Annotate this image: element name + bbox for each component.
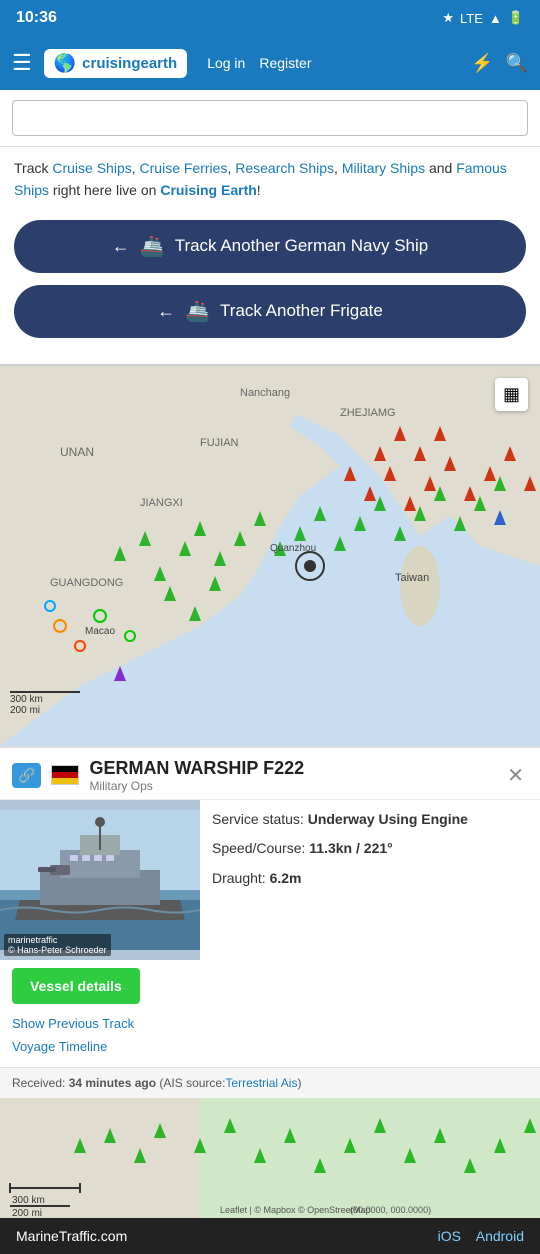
ship-illustration: [0, 810, 200, 950]
track-frigate-label: Track Another Frigate: [220, 301, 383, 321]
globe-icon: 🌎: [54, 53, 76, 74]
track-navy-button[interactable]: ← 🚢 Track Another German Navy Ship: [14, 220, 526, 273]
ship-icon: 🚢: [140, 234, 165, 259]
service-status-label: Service status:: [212, 811, 308, 827]
signal-icon: ▲: [489, 11, 502, 26]
logo-text: cruisingearth: [82, 55, 177, 72]
ship-details: marinetraffic© Hans-Peter Schroeder Serv…: [0, 800, 540, 960]
footer-site: MarineTraffic.com: [16, 1228, 127, 1244]
android-link[interactable]: Android: [476, 1228, 524, 1244]
register-link[interactable]: Register: [259, 55, 311, 71]
footer-bar: MarineTraffic.com iOS Android: [0, 1218, 540, 1254]
search-box[interactable]: [12, 100, 528, 136]
track-text-area: Track Cruise Ships, Cruise Ferries, Rese…: [0, 147, 540, 366]
arrow-icon-2: ←: [157, 301, 175, 322]
bluetooth-icon: ★: [442, 10, 454, 26]
service-status-stat: Service status: Underway Using Engine: [212, 810, 528, 830]
ais-source-link[interactable]: Terrestrial Ais: [225, 1076, 297, 1090]
scale-bar: 300 km 200 mi: [10, 691, 80, 716]
svg-text:Nanchang: Nanchang: [240, 387, 290, 399]
vessel-details-button[interactable]: Vessel details: [12, 968, 140, 1004]
arrow-icon: ←: [112, 236, 130, 257]
service-status-value: Underway Using Engine: [308, 811, 468, 827]
svg-text:Quanzhou: Quanzhou: [270, 543, 316, 554]
svg-text:Taiwan: Taiwan: [395, 572, 429, 584]
track-description: Track Cruise Ships, Cruise Ferries, Rese…: [14, 157, 526, 202]
svg-text:(00.0000, 000.0000): (00.0000, 000.0000): [350, 1205, 431, 1215]
track-frigate-button[interactable]: ← 🚢 Track Another Frigate: [14, 285, 526, 338]
svg-text:Macao: Macao: [85, 626, 115, 637]
link-icon[interactable]: 🔗: [12, 763, 41, 788]
ais-label: (AIS source:: [156, 1076, 225, 1090]
link-cruise-ferries[interactable]: Cruise Ferries: [140, 160, 228, 176]
received-label: Received:: [12, 1076, 69, 1090]
ship-type: Military Ops: [89, 779, 493, 793]
ship-name: GERMAN WARSHIP F222: [89, 758, 493, 779]
svg-text:JIANGXI: JIANGXI: [140, 497, 183, 509]
show-previous-track-link[interactable]: Show Previous Track: [12, 1012, 528, 1035]
battery-icon: 🔋: [508, 10, 524, 26]
map-svg: UNAN JIANGXI FUJIAN GUANGDONG ZHEJIAMG N…: [0, 366, 540, 746]
status-time: 10:36: [16, 9, 57, 27]
received-end: ): [297, 1076, 301, 1090]
ios-link[interactable]: iOS: [438, 1228, 461, 1244]
map-container[interactable]: UNAN JIANGXI FUJIAN GUANGDONG ZHEJIAMG N…: [0, 366, 540, 746]
svg-text:200 mi: 200 mi: [12, 1208, 42, 1218]
search-area: [0, 90, 540, 147]
ship-image: marinetraffic© Hans-Peter Schroeder: [0, 800, 200, 960]
link-research-ships[interactable]: Research Ships: [235, 160, 334, 176]
status-icons: ★ LTE ▲ 🔋: [442, 10, 524, 26]
ship-stats: Service status: Underway Using Engine Sp…: [200, 800, 540, 960]
footer-app-links: iOS Android: [438, 1228, 524, 1244]
received-time: 34 minutes ago: [69, 1076, 156, 1090]
german-flag: [51, 765, 79, 785]
svg-text:UNAN: UNAN: [60, 445, 94, 459]
ship-icon-2: 🚢: [185, 299, 210, 324]
draught-value: 6.2m: [270, 870, 302, 886]
logo[interactable]: 🌎 cruisingearth: [44, 49, 187, 78]
received-bar: Received: 34 minutes ago (AIS source:Ter…: [0, 1067, 540, 1098]
speed-value: 11.3kn / 221°: [309, 840, 392, 856]
lightning-icon[interactable]: ⚡: [471, 53, 493, 74]
svg-text:300 km: 300 km: [12, 1195, 45, 1206]
ship-close-button[interactable]: ✕: [503, 759, 528, 792]
speed-label: Speed/Course:: [212, 840, 309, 856]
voyage-timeline-link[interactable]: Voyage Timeline: [12, 1035, 528, 1058]
navbar: ☰ 🌎 cruisingearth Log in Register ⚡ 🔍: [0, 36, 540, 90]
scale-line-km: [10, 691, 80, 693]
scale-km: 300 km: [10, 694, 43, 705]
status-bar: 10:36 ★ LTE ▲ 🔋: [0, 0, 540, 36]
nav-links: Log in Register: [207, 55, 459, 71]
lte-label: LTE: [460, 11, 483, 26]
ship-image-caption: marinetraffic© Hans-Peter Schroeder: [4, 934, 111, 956]
map-section: UNAN JIANGXI FUJIAN GUANGDONG ZHEJIAMG N…: [0, 366, 540, 1218]
link-cruise-ships[interactable]: Cruise Ships: [52, 160, 131, 176]
draught-stat: Draught: 6.2m: [212, 869, 528, 889]
link-military-ships[interactable]: Military Ships: [342, 160, 425, 176]
hamburger-menu[interactable]: ☰: [12, 50, 32, 76]
svg-text:ZHEJIAMG: ZHEJIAMG: [340, 407, 396, 419]
track-navy-label: Track Another German Navy Ship: [175, 236, 429, 256]
ship-name-area: GERMAN WARSHIP F222 Military Ops: [89, 758, 493, 793]
flag-gold-stripe: [52, 778, 78, 784]
speed-stat: Speed/Course: 11.3kn / 221°: [212, 839, 528, 859]
ship-links: Show Previous Track Voyage Timeline: [0, 1012, 540, 1067]
ship-header: 🔗 GERMAN WARSHIP F222 Military Ops ✕: [0, 748, 540, 800]
svg-text:FUJIAN: FUJIAN: [200, 437, 239, 449]
search-icon[interactable]: 🔍: [506, 53, 528, 74]
svg-text:Leaflet | © Mapbox © OpenStree: Leaflet | © Mapbox © OpenStreetMap: [220, 1205, 371, 1215]
link-cruisingearth[interactable]: Cruising Earth: [160, 182, 256, 198]
login-link[interactable]: Log in: [207, 55, 245, 71]
draught-label: Draught:: [212, 870, 270, 886]
scale-mi: 200 mi: [10, 705, 40, 716]
map-grid-button[interactable]: ▦: [495, 378, 528, 411]
svg-text:GUANGDONG: GUANGDONG: [50, 577, 123, 589]
ship-panel: 🔗 GERMAN WARSHIP F222 Military Ops ✕: [0, 746, 540, 1067]
